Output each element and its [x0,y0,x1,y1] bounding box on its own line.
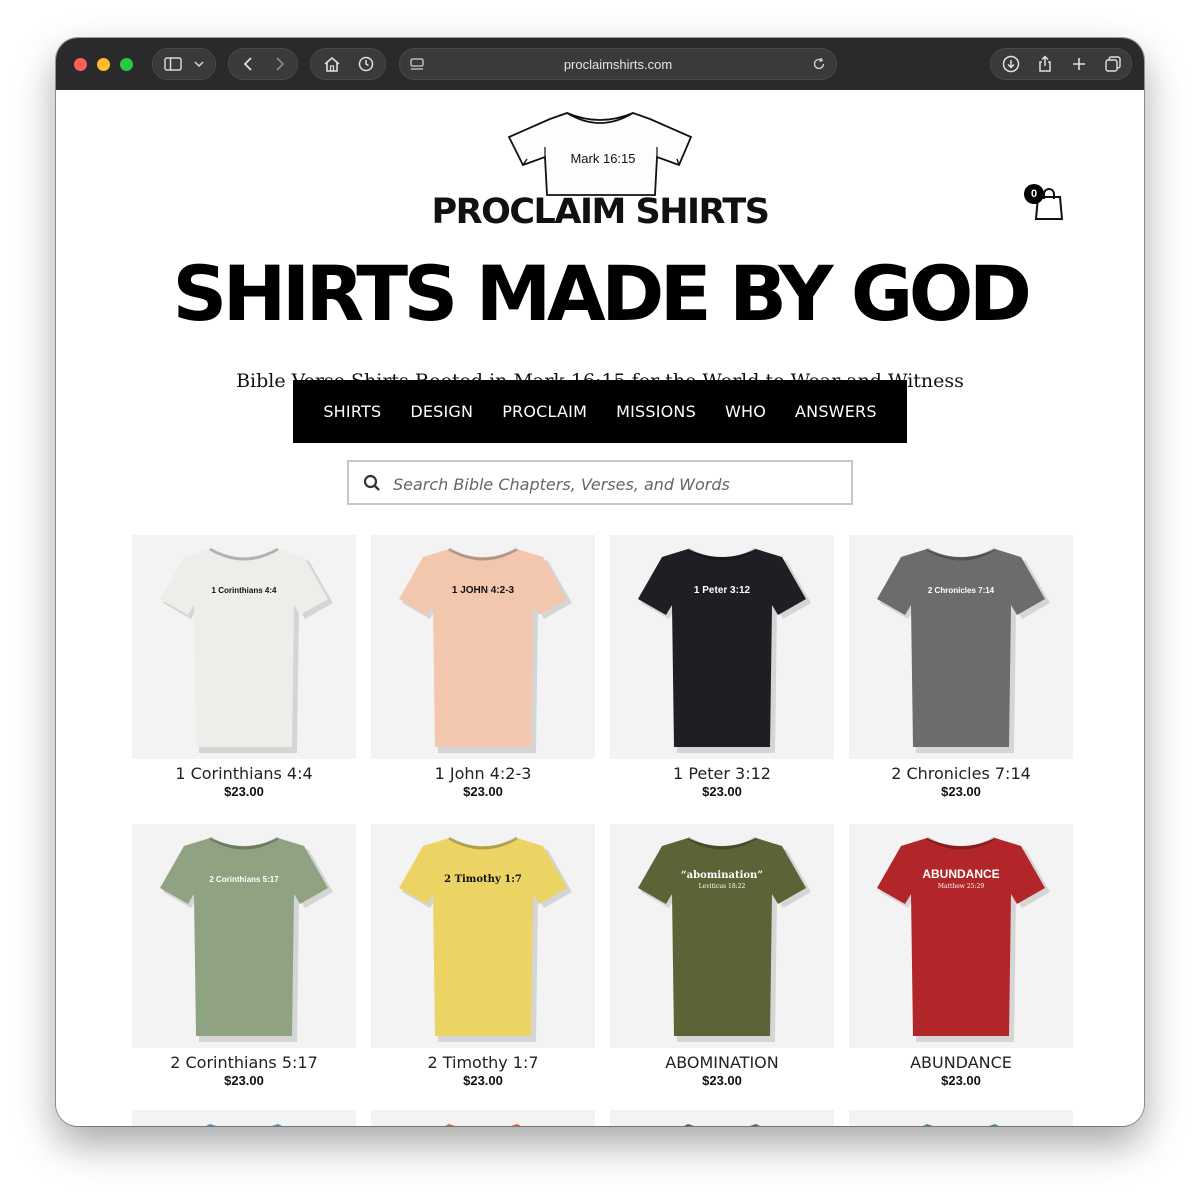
shirt-collar-partial [206,1124,282,1126]
shirt-print-text: 1 Peter 3:12 [694,585,751,596]
shirt-body [638,838,806,1036]
back-button[interactable] [235,49,261,79]
product-image[interactable]: 2 Chronicles 7:14 [849,535,1073,759]
history-nav-group [228,48,298,80]
shirt-print-text: “abomination” [681,870,763,881]
product-image-partial[interactable] [610,1110,834,1126]
home-icon[interactable] [317,49,347,79]
page-headline: SHIRTS MADE BY GOD [172,249,1032,338]
product-name[interactable]: 1 Corinthians 4:4 [132,764,356,783]
address-bar[interactable]: proclaimshirts.com [399,48,837,80]
toolbar-actions-group [990,48,1132,80]
shirt-body [877,549,1045,747]
nav-item-design[interactable]: DESIGN [396,402,488,421]
product-name[interactable]: 2 Chronicles 7:14 [849,764,1073,783]
sidebar-icon[interactable] [161,49,185,79]
shirt-print-text: 2 Chronicles 7:14 [928,586,995,595]
product-price: $23.00 [463,784,503,799]
shirt-body [399,838,567,1036]
shirt-print-text: 1 JOHN 4:2-3 [452,585,515,596]
product-image[interactable]: 1 Corinthians 4:4 [132,535,356,759]
logo-shirt-text: Mark 16:15 [570,151,635,166]
product-price: $23.00 [702,784,742,799]
product-shirt-image: 1 Peter 3:12 [638,547,811,753]
shirt-print-text: 2 Timothy 1:7 [444,874,522,885]
shirt-print-subtext: Leviticus 18:22 [699,883,746,890]
forward-button[interactable] [267,49,293,79]
nav-item-proclaim[interactable]: PROCLAIM [488,402,602,421]
browser-toolbar: proclaimshirts.com [56,38,1144,91]
shirt-body [638,549,806,747]
cart-count-badge: 0 [1024,184,1044,204]
minimize-window-button[interactable] [97,58,110,71]
product-image[interactable]: 2 Timothy 1:7 [371,824,595,1048]
zoom-window-button[interactable] [120,58,133,71]
browser-window: proclaimshirts.com Mark 16:15 PROCLAIM S… [56,38,1144,1126]
nav-item-missions[interactable]: MISSIONS [602,402,711,421]
product-name[interactable]: 1 John 4:2-3 [371,764,595,783]
nav-item-shirts[interactable]: SHIRTS [309,402,396,421]
product-name[interactable]: ABUNDANCE [849,1053,1073,1072]
shirt-print-text: 1 Corinthians 4:4 [212,586,277,595]
product-shirt-image: “abomination” Leviticus 18:22 [638,836,811,1042]
sidebar-toggle-group [152,48,216,80]
shirt-body [160,549,328,747]
product-image-partial[interactable] [849,1110,1073,1126]
shirt-body [160,838,328,1036]
shirt-body [399,549,567,747]
product-image[interactable]: 2 Corinthians 5:17 [132,824,356,1048]
product-shirt-image: 2 Chronicles 7:14 [877,547,1050,753]
search-box [347,460,853,505]
product-image[interactable]: ABUNDANCE Matthew 25:29 [849,824,1073,1048]
shirt-collar-partial [923,1124,999,1126]
home-history-group [310,48,386,80]
shirt-print-text: ABUNDANCE [922,867,999,881]
close-window-button[interactable] [74,58,87,71]
search-icon[interactable] [363,474,381,497]
logo-shirt-image[interactable]: Mark 16:15 [505,107,695,202]
product-shirt-image: 2 Timothy 1:7 [399,836,572,1042]
share-icon[interactable] [1029,49,1061,79]
history-clock-icon[interactable] [351,49,381,79]
product-shirt-image: ABUNDANCE Matthew 25:29 [877,836,1050,1042]
search-input[interactable] [391,472,835,496]
product-image-partial[interactable] [132,1110,356,1126]
chevron-down-icon[interactable] [189,49,209,79]
shirt-print-subtext: Matthew 25:29 [938,883,984,890]
web-page: Mark 16:15 PROCLAIM SHIRTS SHIRTS MADE B… [56,90,1144,1126]
product-image[interactable]: “abomination” Leviticus 18:22 [610,824,834,1048]
tab-overview-icon[interactable] [1097,49,1129,79]
product-price: $23.00 [702,1073,742,1088]
address-url: proclaimshirts.com [563,57,673,72]
brand-name[interactable]: PROCLAIM SHIRTS [56,192,1144,232]
product-name[interactable]: 1 Peter 3:12 [610,764,834,783]
product-name[interactable]: ABOMINATION [610,1053,834,1072]
shirt-collar-partial [684,1124,760,1126]
product-price: $23.00 [224,1073,264,1088]
product-image[interactable]: 1 Peter 3:12 [610,535,834,759]
product-price: $23.00 [224,784,264,799]
product-price: $23.00 [941,1073,981,1088]
downloads-icon[interactable] [995,49,1027,79]
product-shirt-image: 1 Corinthians 4:4 [160,547,333,753]
nav-item-answers[interactable]: ANSWERS [781,402,892,421]
product-price: $23.00 [941,784,981,799]
product-shirt-image: 2 Corinthians 5:17 [160,836,333,1042]
product-price: $23.00 [463,1073,503,1088]
product-shirt-image: 1 JOHN 4:2-3 [399,547,572,753]
shirt-print-text: 2 Corinthians 5:17 [209,875,279,884]
main-nav: SHIRTS DESIGN PROCLAIM MISSIONS WHO ANSW… [293,380,907,443]
product-image-partial[interactable] [371,1110,595,1126]
shirt-collar-partial [445,1124,521,1126]
product-name[interactable]: 2 Timothy 1:7 [371,1053,595,1072]
reload-icon[interactable] [812,57,826,74]
product-image[interactable]: 1 JOHN 4:2-3 [371,535,595,759]
product-name[interactable]: 2 Corinthians 5:17 [132,1053,356,1072]
nav-item-who[interactable]: WHO [710,402,780,421]
new-tab-icon[interactable] [1063,49,1095,79]
